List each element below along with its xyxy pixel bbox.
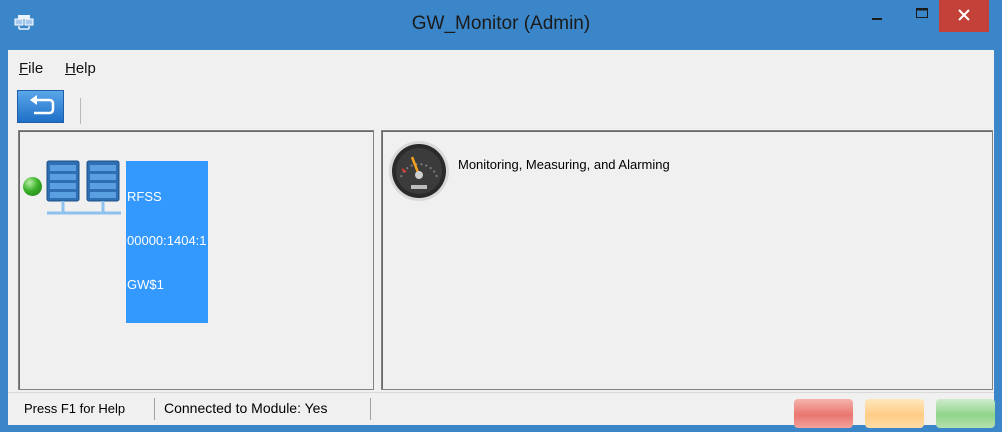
back-button[interactable]	[17, 90, 64, 123]
title-bar[interactable]: GW_Monitor (Admin)	[0, 0, 1002, 50]
toolbar-separator	[80, 98, 81, 124]
content-pane[interactable]: Monitoring, Measuring, and Alarming	[381, 130, 993, 390]
minimize-icon	[872, 18, 882, 20]
alarm-indicator-yellow	[865, 399, 924, 428]
app-window: GW_Monitor (Admin) File Help RFSS 00000:…	[0, 0, 1002, 432]
close-icon	[958, 9, 970, 21]
status-separator	[370, 398, 371, 420]
maximize-button[interactable]	[905, 0, 939, 32]
status-connection-text: Connected to Module: Yes	[164, 400, 328, 416]
back-arrow-icon	[30, 95, 55, 115]
status-indicator-icon	[23, 177, 42, 196]
node-label-line: RFSS	[127, 189, 162, 204]
menu-file[interactable]: File	[19, 60, 43, 77]
maximize-icon	[916, 8, 928, 18]
monitoring-label: Monitoring, Measuring, and Alarming	[458, 157, 670, 172]
gauge-icon	[389, 141, 449, 201]
node-label[interactable]: RFSS 00000:1404:1 GW$1	[126, 161, 208, 323]
minimize-button[interactable]	[860, 0, 894, 32]
window-title: GW_Monitor (Admin)	[411, 13, 591, 34]
client-area: File Help RFSS 00000:1404:1 GW$1 Monitor…	[8, 50, 995, 428]
alarm-indicator-green	[936, 399, 995, 428]
network-servers-icon	[46, 160, 121, 215]
menu-help[interactable]: Help	[65, 60, 96, 77]
menu-bar: File Help	[8, 50, 994, 86]
node-label-line: 00000:1404:1	[127, 233, 207, 248]
status-help-text: Press F1 for Help	[24, 401, 126, 416]
alarm-indicator-red	[794, 399, 853, 428]
status-bar: Press F1 for Help Connected to Module: Y…	[8, 392, 995, 428]
status-separator	[154, 398, 155, 420]
node-label-line: GW$1	[127, 277, 164, 292]
tree-pane[interactable]: RFSS 00000:1404:1 GW$1	[18, 130, 374, 390]
close-button[interactable]	[939, 0, 989, 32]
